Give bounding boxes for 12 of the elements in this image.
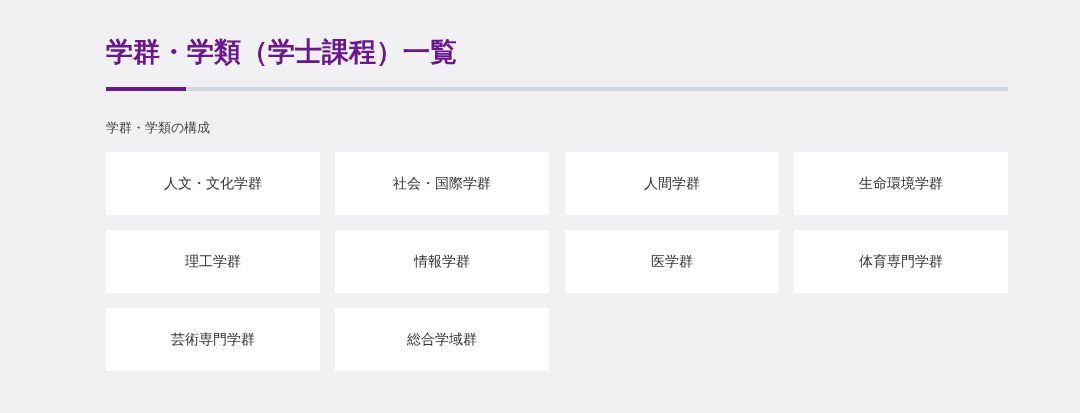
faculty-link[interactable]: 総合学域群	[335, 308, 550, 371]
faculty-link[interactable]: 人文・文化学群	[106, 152, 320, 215]
faculty-link[interactable]: 体育専門学群	[793, 230, 1008, 293]
faculty-link[interactable]: 人間学群	[564, 152, 779, 215]
section-heading: 学群・学類の構成	[106, 119, 211, 137]
faculty-link[interactable]: 芸術専門学群	[106, 308, 320, 371]
faculty-link[interactable]: 理工学群	[106, 230, 320, 293]
page-title: 学群・学類（学士課程）一覧	[106, 35, 458, 69]
faculty-link[interactable]: 生命環境学群	[793, 152, 1008, 215]
faculty-link[interactable]: 医学群	[564, 230, 779, 293]
faculty-link[interactable]: 社会・国際学群	[335, 152, 550, 215]
faculty-link[interactable]: 情報学群	[335, 230, 550, 293]
